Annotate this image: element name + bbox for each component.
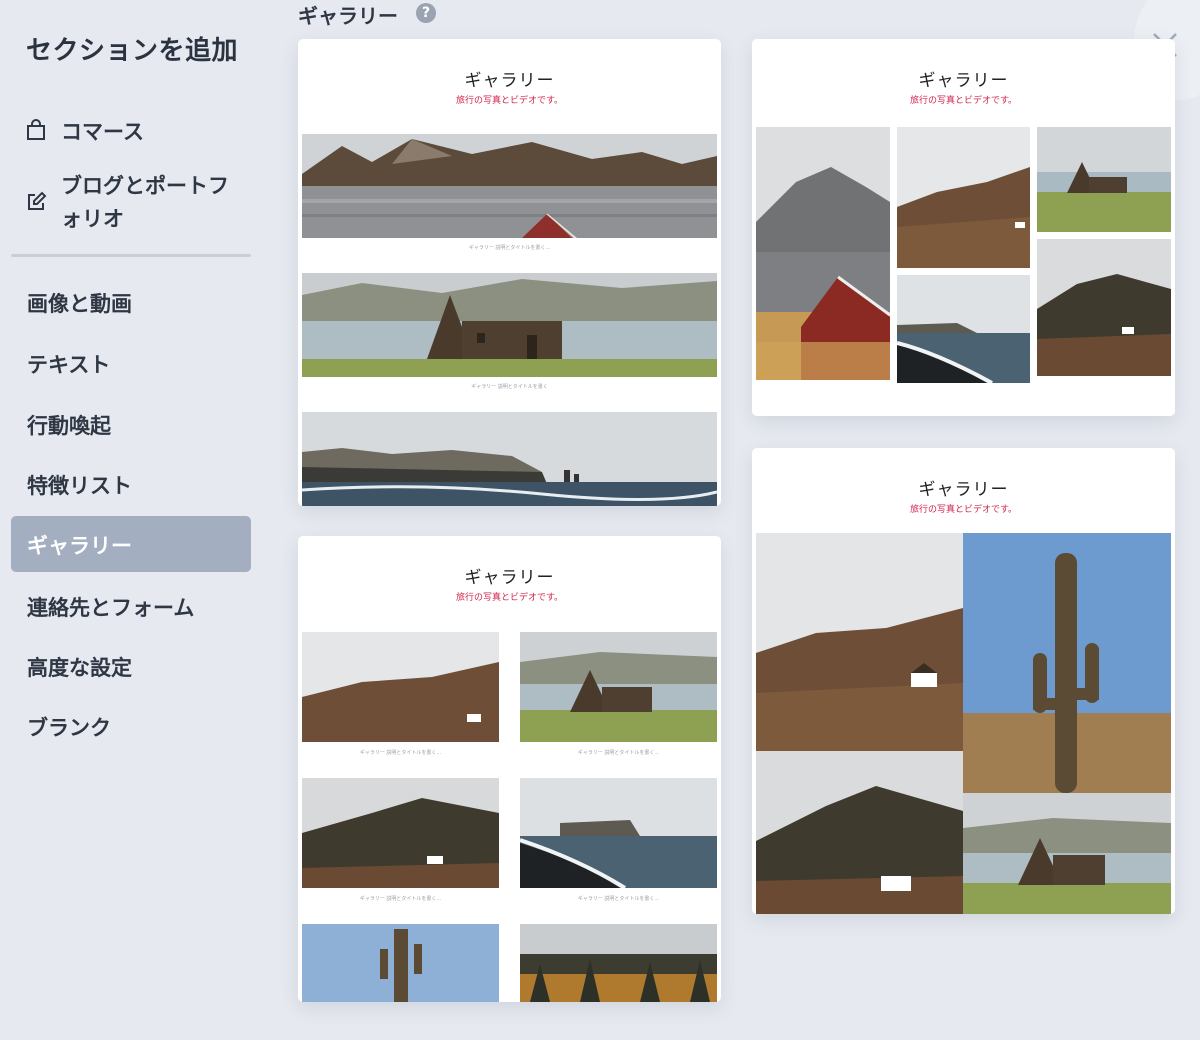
gallery-photo-mountain-lake <box>302 134 717 238</box>
gallery-photo-cactus <box>963 533 1171 793</box>
sidebar-item-label: コマース <box>61 120 144 144</box>
gallery-photo-hillside-house <box>756 533 963 751</box>
sidebar-divider <box>11 254 251 257</box>
gallery-template-large-grid[interactable]: ギャラリー 旅行の写真とビデオです。 <box>752 448 1175 914</box>
sidebar-item-gallery[interactable]: ギャラリー <box>11 516 251 572</box>
photo-caption: ギャラリー 説明とタイトルを書く... <box>359 750 442 756</box>
gallery-photo-black-sand-beach <box>520 778 717 888</box>
sidebar-item-commerce[interactable]: コマース <box>11 116 251 144</box>
gallery-template-grid[interactable]: ギャラリー 旅行の写真とビデオです。 ギャラリー 説明とタイトルを書く... ギ… <box>298 536 721 1002</box>
gallery-photo-cabin-meadow <box>1037 127 1171 232</box>
sidebar-item-advanced-settings[interactable]: 高度な設定 <box>11 652 251 682</box>
sidebar-item-label: 行動喚起 <box>27 414 111 438</box>
gallery-photo-cactus <box>302 924 499 1002</box>
sidebar-item-label-line2: ォリオ <box>61 207 124 231</box>
sidebar-item-blank[interactable]: ブランク <box>11 712 251 742</box>
gallery-photo-red-cabin-peak <box>756 127 890 380</box>
card-subtitle: 旅行の写真とビデオです。 <box>455 96 564 106</box>
sidebar-item-label: 高度な設定 <box>27 656 132 680</box>
sidebar-item-images-video[interactable]: 画像と動画 <box>11 288 251 318</box>
card-title: ギャラリー <box>918 480 1009 500</box>
photo-caption: ギャラリー 説明とタイトルを書く... <box>577 896 660 902</box>
shopping-bag-icon <box>27 119 45 140</box>
gallery-photo-autumn-forest <box>520 924 717 1002</box>
sidebar-item-label: ブランク <box>27 716 111 740</box>
gallery-photo-coast-sea-stacks <box>302 412 717 506</box>
gallery-photo-hillside-house <box>302 632 499 742</box>
sidebar-item-contact-form[interactable]: 連絡先とフォーム <box>11 592 251 622</box>
section-title: ギャラリー <box>298 4 398 28</box>
sidebar-item-blog-portfolio[interactable]: ブログとポートフ ォリオ <box>11 170 251 234</box>
photo-caption: ギャラリー 説明とタイトルを書く <box>471 384 548 390</box>
gallery-photo-a-frame-cabin <box>520 632 717 742</box>
help-icon[interactable]: ? <box>416 3 436 23</box>
card-subtitle: 旅行の写真とビデオです。 <box>909 96 1018 106</box>
sidebar-title: セクションを追加 <box>26 36 239 66</box>
gallery-photo-black-sand-beach <box>897 275 1030 383</box>
photo-caption: ギャラリー 説明とタイトルを書く... <box>468 245 551 251</box>
card-subtitle: 旅行の写真とビデオです。 <box>455 593 564 603</box>
gallery-photo-a-frame-cabin <box>963 793 1171 914</box>
gallery-photo-foggy-mountain <box>1037 239 1171 376</box>
photo-caption: ギャラリー 説明とタイトルを書く... <box>359 896 442 902</box>
sidebar: セクションを追加 コマース ブログとポートフ ォリオ 画像と動画 テキスト 行動… <box>0 0 262 1040</box>
gallery-template-stacked[interactable]: ギャラリー 旅行の写真とビデオです。 ギャラリー 説明とタイトルを書く... ギ… <box>298 39 721 506</box>
sidebar-item-text[interactable]: テキスト <box>11 349 251 379</box>
card-subtitle: 旅行の写真とビデオです。 <box>909 505 1018 515</box>
photo-caption: ギャラリー 説明とタイトルを書く... <box>577 750 660 756</box>
gallery-photo-hillside-house <box>897 127 1030 268</box>
sidebar-item-label: 特徴リスト <box>27 474 132 498</box>
gallery-photo-foggy-mountain <box>756 751 963 914</box>
card-title: ギャラリー <box>464 71 555 91</box>
gallery-photo-a-frame-cabin <box>302 273 717 377</box>
sidebar-item-feature-list[interactable]: 特徴リスト <box>11 470 251 500</box>
sidebar-item-label: ギャラリー <box>27 534 132 558</box>
card-title: ギャラリー <box>464 568 555 588</box>
sidebar-item-label: 連絡先とフォーム <box>27 596 195 620</box>
sidebar-item-label: テキスト <box>27 353 111 377</box>
sidebar-item-label: 画像と動画 <box>27 292 132 316</box>
gallery-photo-foggy-mountain <box>302 778 499 888</box>
sidebar-item-call-to-action[interactable]: 行動喚起 <box>11 410 251 440</box>
gallery-template-masonry[interactable]: ギャラリー 旅行の写真とビデオです。 <box>752 39 1175 416</box>
sidebar-item-label-line1: ブログとポートフ <box>61 174 229 198</box>
card-title: ギャラリー <box>918 71 1009 91</box>
edit-icon <box>28 191 47 210</box>
